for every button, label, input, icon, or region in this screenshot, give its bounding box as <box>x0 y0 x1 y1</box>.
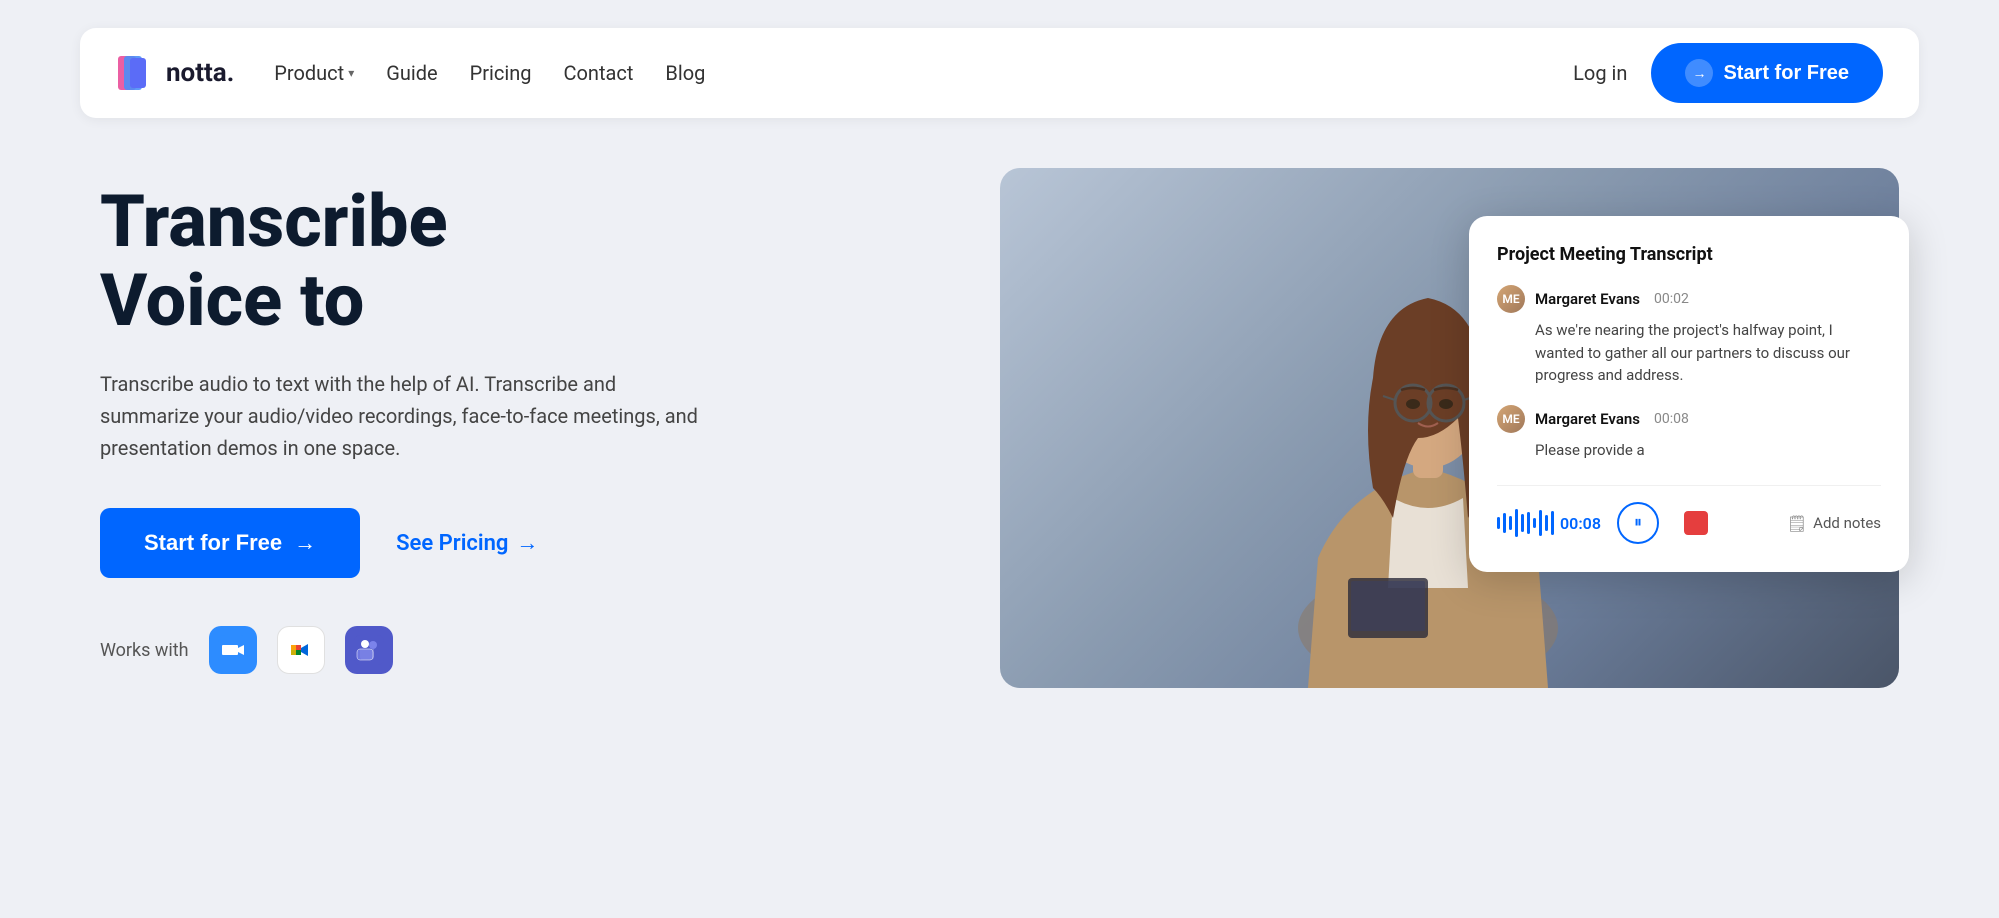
hero-section: Transcribe Voice to Transcribe audio to … <box>80 168 1919 688</box>
transcript-text-2: Please provide a <box>1497 439 1881 462</box>
waveform-icon <box>1497 509 1554 537</box>
logo[interactable]: notta. <box>116 52 234 94</box>
speaker-time-1: 00:02 <box>1654 291 1689 307</box>
waveform-bar <box>1527 512 1530 534</box>
arrow-right-icon: → <box>516 530 538 556</box>
works-with: Works with <box>100 626 800 674</box>
stop-button[interactable] <box>1675 502 1717 544</box>
microsoft-teams-icon <box>345 626 393 674</box>
speaker-row-1: ME Margaret Evans 00:02 <box>1497 285 1881 313</box>
waveform-bar <box>1533 518 1536 528</box>
nav-product[interactable]: Product ▾ <box>274 61 354 85</box>
waveform-bar <box>1509 516 1512 530</box>
navbar: notta. Product ▾ Guide Pricing Contact B… <box>80 28 1919 118</box>
hero-right: Project Meeting Transcript ME Margaret E… <box>1000 168 1900 688</box>
works-with-label: Works with <box>100 640 189 661</box>
stop-icon <box>1684 511 1708 535</box>
waveform-bar <box>1515 509 1518 537</box>
waveform-bar <box>1521 514 1524 532</box>
speaker-avatar-1: ME <box>1497 285 1525 313</box>
start-free-nav-button[interactable]: → Start for Free <box>1651 43 1883 103</box>
logo-icon <box>116 52 158 94</box>
hero-description: Transcribe audio to text with the help o… <box>100 368 720 464</box>
login-link[interactable]: Log in <box>1573 61 1627 85</box>
logo-text: notta. <box>166 58 234 88</box>
nav-blog[interactable]: Blog <box>665 61 705 85</box>
nav-links: Product ▾ Guide Pricing Contact Blog <box>274 61 705 85</box>
google-meet-icon <box>277 626 325 674</box>
speaker-name-1: Margaret Evans <box>1535 290 1640 308</box>
pause-button[interactable]: ⏸ <box>1617 502 1659 544</box>
speaker-avatar-2: ME <box>1497 405 1525 433</box>
start-free-hero-button[interactable]: Start for Free → <box>100 508 360 578</box>
hero-left: Transcribe Voice to Transcribe audio to … <box>100 182 800 674</box>
speaker-time-2: 00:08 <box>1654 411 1689 427</box>
transcript-entry-1: ME Margaret Evans 00:02 As we're nearing… <box>1497 285 1881 387</box>
nav-pricing[interactable]: Pricing <box>470 61 532 85</box>
nav-guide[interactable]: Guide <box>386 61 437 85</box>
waveform-bar <box>1551 511 1554 535</box>
chevron-down-icon: ▾ <box>348 66 354 80</box>
hero-title: Transcribe Voice to <box>100 182 800 340</box>
nav-left: notta. Product ▾ Guide Pricing Contact B… <box>116 52 705 94</box>
hero-cta: Start for Free → See Pricing → <box>100 508 800 578</box>
transcript-text-1: As we're nearing the project's halfway p… <box>1497 319 1881 387</box>
nav-contact[interactable]: Contact <box>564 61 634 85</box>
notes-icon: 🗒 <box>1787 514 1807 533</box>
pause-icon: ⏸ <box>1634 514 1642 532</box>
transcript-entry-2: ME Margaret Evans 00:08 Please provide a <box>1497 405 1881 462</box>
arrow-right-icon: → <box>1685 59 1713 87</box>
arrow-right-icon: → <box>294 530 316 556</box>
nav-right: Log in → Start for Free <box>1573 43 1883 103</box>
waveform-bar <box>1503 513 1506 533</box>
waveform-bar <box>1539 510 1542 536</box>
transcript-controls: 00:08 ⏸ 🗒 Add notes <box>1497 485 1881 544</box>
speaker-row-2: ME Margaret Evans 00:08 <box>1497 405 1881 433</box>
see-pricing-link[interactable]: See Pricing → <box>396 530 538 556</box>
add-notes-button[interactable]: 🗒 Add notes <box>1787 514 1881 533</box>
zoom-icon <box>209 626 257 674</box>
waveform-bar <box>1497 517 1500 529</box>
waveform-bar <box>1545 515 1548 531</box>
transcript-card-title: Project Meeting Transcript <box>1497 244 1881 265</box>
playback-time: 00:08 <box>1497 509 1601 537</box>
speaker-name-2: Margaret Evans <box>1535 410 1640 428</box>
transcript-card: Project Meeting Transcript ME Margaret E… <box>1469 216 1909 572</box>
